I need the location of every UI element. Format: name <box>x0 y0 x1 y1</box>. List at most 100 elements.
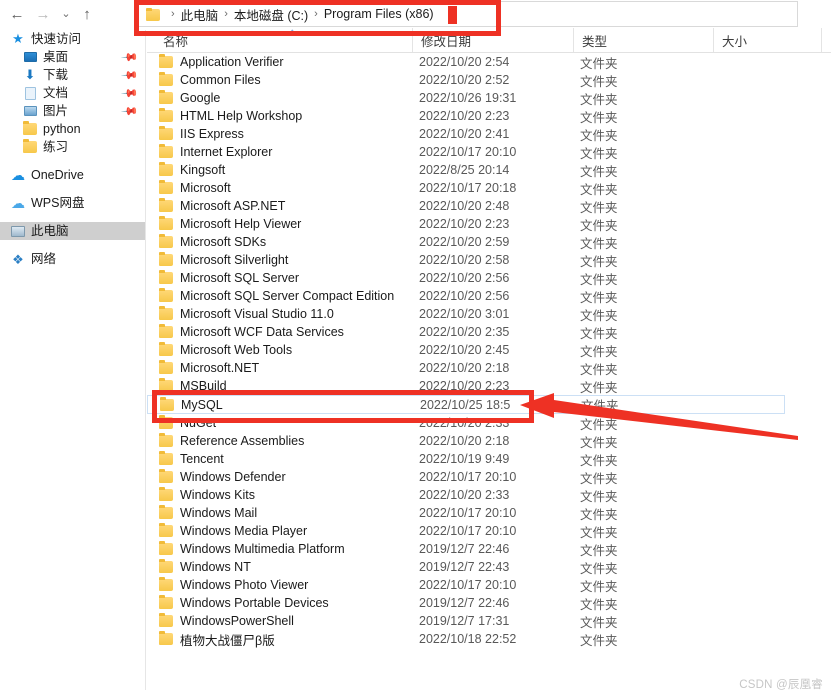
table-row[interactable]: Windows Kits 2022/10/20 2:33 文件夹 <box>147 486 831 504</box>
table-row[interactable]: MSBuild 2022/10/20 2:23 文件夹 <box>147 377 831 395</box>
file-type-cell: 文件夹 <box>580 579 618 594</box>
column-header-date[interactable]: 修改日期 <box>412 28 527 52</box>
table-row[interactable]: Microsoft.NET 2022/10/20 2:18 文件夹 <box>147 359 831 377</box>
sidebar-item-10[interactable]: ❖ 网络 <box>0 250 145 268</box>
folder-icon <box>22 121 38 137</box>
table-row[interactable]: Common Files 2022/10/20 2:52 文件夹 <box>147 71 831 89</box>
up-arrow-icon[interactable]: ↑ <box>76 1 98 27</box>
sidebar-item-label: WPS网盘 <box>31 195 85 210</box>
file-name-cell: Microsoft <box>180 181 231 195</box>
table-row[interactable]: NuGet 2022/10/20 2:33 文件夹 <box>147 414 831 432</box>
table-row[interactable]: Tencent 2022/10/19 9:49 文件夹 <box>147 450 831 468</box>
pin-icon[interactable]: 📌 <box>121 102 140 120</box>
file-name-cell: Reference Assemblies <box>180 434 305 448</box>
breadcrumb-separator: › <box>314 7 318 20</box>
sidebar-item-4[interactable]: 图片 📌 <box>0 102 145 120</box>
file-type-cell: 文件夹 <box>580 633 618 648</box>
table-row[interactable]: Application Verifier 2022/10/20 2:54 文件夹 <box>147 53 831 71</box>
file-date-cell: 2022/10/17 20:10 <box>419 578 517 592</box>
table-row[interactable]: Microsoft Web Tools 2022/10/20 2:45 文件夹 <box>147 341 831 359</box>
address-bar[interactable]: › 此电脑 › 本地磁盘 (C:) › Program Files (x86) <box>138 1 798 27</box>
table-row[interactable]: Kingsoft 2022/8/25 20:14 文件夹 <box>147 161 831 179</box>
table-row[interactable]: 植物大战僵尸β版 2022/10/18 22:52 文件夹 <box>147 630 831 648</box>
chevron-down-icon[interactable]: ⌄ <box>56 1 76 27</box>
table-row[interactable]: Microsoft ASP.NET 2022/10/20 2:48 文件夹 <box>147 197 831 215</box>
sidebar-item-1[interactable]: 桌面 📌 <box>0 48 145 66</box>
sidebar-item-label: 练习 <box>43 139 69 154</box>
column-header-name[interactable]: 名称 <box>155 28 412 52</box>
table-row[interactable]: Microsoft SQL Server 2022/10/20 2:56 文件夹 <box>147 269 831 287</box>
breadcrumb-item[interactable]: 此电脑 <box>181 5 219 24</box>
table-row[interactable]: Microsoft Help Viewer 2022/10/20 2:23 文件夹 <box>147 215 831 233</box>
file-type-cell: 文件夹 <box>580 236 618 251</box>
table-row[interactable]: Windows Defender 2022/10/17 20:10 文件夹 <box>147 468 831 486</box>
sidebar-item-6[interactable]: 练习 <box>0 138 145 156</box>
back-arrow-icon[interactable]: ← <box>4 1 30 27</box>
table-row[interactable]: Windows Media Player 2022/10/17 20:10 文件夹 <box>147 522 831 540</box>
file-date-cell: 2019/12/7 22:43 <box>419 560 510 574</box>
folder-icon <box>160 397 174 411</box>
table-row[interactable]: HTML Help Workshop 2022/10/20 2:23 文件夹 <box>147 107 831 125</box>
table-row[interactable]: Microsoft SQL Server Compact Edition 2022… <box>147 287 831 305</box>
file-type-cell: 文件夹 <box>580 561 618 576</box>
file-name-cell: Common Files <box>180 73 261 87</box>
breadcrumb-item[interactable]: Program Files (x86) <box>324 7 434 21</box>
folder-icon <box>159 505 173 519</box>
sidebar-item-9[interactable]: 此电脑 <box>0 222 145 240</box>
sidebar-item-7[interactable]: ☁ OneDrive <box>0 166 145 184</box>
file-name-cell: Windows Portable Devices <box>180 596 329 610</box>
file-name-cell: Microsoft SQL Server <box>180 271 300 285</box>
table-row[interactable]: Windows Portable Devices 2019/12/7 22:46 文… <box>147 594 831 612</box>
file-type-cell: 文件夹 <box>580 543 618 558</box>
file-name-cell: Windows Mail <box>180 506 258 520</box>
table-row[interactable]: Windows Photo Viewer 2022/10/17 20:10 文件夹 <box>147 576 831 594</box>
sidebar-item-3[interactable]: 文档 📌 <box>0 84 145 102</box>
file-type-cell: 文件夹 <box>581 399 619 413</box>
table-row[interactable]: Internet Explorer 2022/10/17 20:10 文件夹 <box>147 143 831 161</box>
sidebar-item-2[interactable]: ⬇ 下载 📌 <box>0 66 145 84</box>
network-icon: ❖ <box>12 251 24 267</box>
file-date-cell: 2022/10/20 2:33 <box>419 488 510 502</box>
sidebar-item-5[interactable]: python <box>0 120 145 138</box>
table-row[interactable]: Microsoft Visual Studio 11.0 2022/10/20 3… <box>147 305 831 323</box>
pin-icon[interactable]: 📌 <box>121 66 140 84</box>
sidebar-item-label: OneDrive <box>31 167 84 182</box>
table-row[interactable]: Google 2022/10/26 19:31 文件夹 <box>147 89 831 107</box>
table-row[interactable]: IIS Express 2022/10/20 2:41 文件夹 <box>147 125 831 143</box>
column-header-type[interactable]: 类型 <box>573 28 713 52</box>
file-date-cell: 2022/10/20 2:58 <box>419 253 510 267</box>
table-row[interactable]: Windows Mail 2022/10/17 20:10 文件夹 <box>147 504 831 522</box>
table-row[interactable]: Microsoft Silverlight 2022/10/20 2:58 文件夹 <box>147 251 831 269</box>
table-row[interactable]: Windows NT 2019/12/7 22:43 文件夹 <box>147 558 831 576</box>
file-name-cell: Kingsoft <box>180 163 226 177</box>
folder-icon <box>159 90 173 104</box>
table-row[interactable]: Microsoft 2022/10/17 20:18 文件夹 <box>147 179 831 197</box>
table-row[interactable]: Reference Assemblies 2022/10/20 2:18 文件夹 <box>147 432 831 450</box>
file-date-cell: 2022/10/20 2:33 <box>419 416 510 430</box>
file-name-cell: Microsoft WCF Data Services <box>180 325 344 339</box>
pin-icon[interactable]: 📌 <box>121 84 140 102</box>
forward-arrow-icon[interactable]: → <box>30 1 56 27</box>
file-name-cell: Internet Explorer <box>180 145 273 159</box>
file-date-cell: 2022/10/17 20:10 <box>419 470 517 484</box>
folder-icon <box>159 378 173 392</box>
table-row[interactable]: Microsoft WCF Data Services 2022/10/20 2:… <box>147 323 831 341</box>
sidebar-item-8[interactable]: ☁ WPS网盘 <box>0 194 145 212</box>
file-name-cell: Windows NT <box>180 560 251 574</box>
folder-icon <box>159 487 173 501</box>
table-row[interactable]: Windows Multimedia Platform 2019/12/7 22:… <box>147 540 831 558</box>
table-row[interactable]: MySQL 2022/10/25 18:5 文件夹 <box>147 395 785 414</box>
sidebar-item-0[interactable]: ★ 快速访问 <box>0 30 145 48</box>
file-date-cell: 2022/10/17 20:10 <box>419 145 517 159</box>
folder-icon <box>159 451 173 465</box>
file-date-cell: 2022/10/20 2:35 <box>419 325 510 339</box>
breadcrumb-item[interactable]: 本地磁盘 (C:) <box>234 5 308 24</box>
pin-icon[interactable]: 📌 <box>121 48 140 66</box>
file-type-cell: 文件夹 <box>580 362 618 377</box>
table-row[interactable]: WindowsPowerShell 2019/12/7 17:31 文件夹 <box>147 612 831 630</box>
column-header-size[interactable]: 大小 <box>713 28 821 52</box>
folder-icon <box>159 108 173 122</box>
table-row[interactable]: Microsoft SDKs 2022/10/20 2:59 文件夹 <box>147 233 831 251</box>
